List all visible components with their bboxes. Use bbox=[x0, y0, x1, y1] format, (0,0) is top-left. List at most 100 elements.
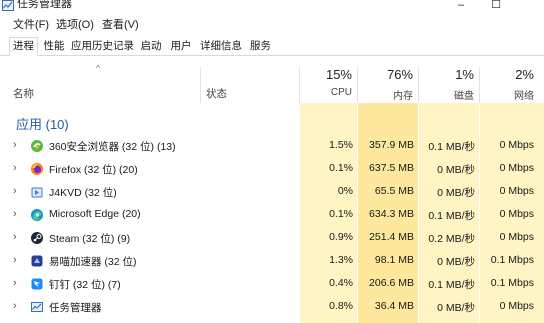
apps-group-header[interactable]: 应用 (10) bbox=[0, 110, 544, 134]
memory-total: 76% bbox=[386, 67, 413, 82]
memory-cell: 65.5 MB bbox=[374, 185, 414, 197]
disk-cell: 0.2 MB/秒 bbox=[428, 233, 475, 245]
maximize-button[interactable]: ☐ bbox=[489, 0, 503, 12]
steam-icon bbox=[31, 232, 43, 244]
cpu-cell: 0% bbox=[337, 185, 353, 197]
process-name: Steam (32 位) (9) bbox=[49, 233, 131, 245]
expand-chevron-icon[interactable]: › bbox=[13, 254, 17, 266]
window-title: 任务管理器 bbox=[17, 0, 72, 10]
expand-chevron-icon[interactable]: › bbox=[13, 185, 17, 197]
disk-cell: 0 MB/秒 bbox=[437, 302, 475, 314]
network-label: 网络 bbox=[514, 91, 534, 102]
sort-indicator[interactable]: ^ bbox=[96, 63, 100, 73]
memory-cell: 637.5 MB bbox=[369, 162, 414, 174]
expand-chevron-icon[interactable]: › bbox=[13, 162, 17, 174]
disk-label: 磁盘 bbox=[454, 91, 474, 102]
process-row[interactable]: › Firefox (32 位) (20) 0.1% 637.5 MB 0 MB… bbox=[0, 158, 544, 181]
menu-file[interactable]: 文件(F) bbox=[13, 17, 49, 34]
network-cell: 0 Mbps bbox=[499, 208, 534, 220]
disk-cell: 0.1 MB/秒 bbox=[428, 141, 475, 153]
process-name: Firefox (32 位) (20) bbox=[49, 164, 138, 176]
process-row[interactable]: › Microsoft Edge (20) 0.1% 634.3 MB 0.1 … bbox=[0, 204, 544, 227]
network-cell: 0 Mbps bbox=[499, 231, 534, 243]
disk-cell: 0.1 MB/秒 bbox=[428, 210, 475, 222]
tab-startup[interactable]: 启动 bbox=[137, 38, 165, 56]
column-name[interactable]: 名称 bbox=[13, 86, 34, 101]
360-browser-icon bbox=[31, 140, 43, 152]
network-cell: 0 Mbps bbox=[499, 162, 534, 174]
tab-details[interactable]: 详细信息 bbox=[197, 38, 245, 56]
tab-services[interactable]: 服务 bbox=[246, 38, 275, 56]
network-cell: 0.1 Mbps bbox=[490, 277, 534, 289]
column-cpu[interactable]: 15% CPU bbox=[300, 57, 357, 103]
expand-chevron-icon[interactable]: › bbox=[13, 208, 17, 220]
column-status[interactable]: 状态 bbox=[206, 86, 227, 101]
j4kvd-icon bbox=[31, 187, 43, 198]
column-network[interactable]: 2% 网络 bbox=[480, 57, 544, 103]
disk-cell: 0 MB/秒 bbox=[437, 256, 475, 268]
tab-bar: 进程 性能 应用历史记录 启动 用户 详细信息 服务 bbox=[0, 36, 544, 57]
memory-cell: 206.6 MB bbox=[369, 277, 414, 289]
memory-cell: 634.3 MB bbox=[369, 208, 414, 220]
task-manager-app-icon bbox=[2, 0, 14, 11]
cpu-cell: 0.4% bbox=[329, 277, 353, 289]
title-bar: 任务管理器 – ☐ bbox=[0, 0, 544, 14]
tab-users[interactable]: 用户 bbox=[167, 38, 195, 56]
column-header: ^ 名称 状态 15% CPU 76% 内存 1% 磁盘 2% 网络 bbox=[0, 57, 544, 103]
process-row[interactable]: › J4KVD (32 位) 0% 65.5 MB 0 MB/秒 0 Mbps bbox=[0, 181, 544, 204]
process-name: Microsoft Edge (20) bbox=[49, 208, 141, 220]
process-row[interactable]: › 360安全浏览器 (32 位) (13) 1.5% 357.9 MB 0.1… bbox=[0, 135, 544, 158]
memory-cell: 98.1 MB bbox=[374, 254, 414, 266]
column-memory[interactable]: 76% 内存 bbox=[358, 57, 418, 103]
expand-chevron-icon[interactable]: › bbox=[13, 277, 17, 289]
edge-icon bbox=[31, 209, 43, 221]
process-row[interactable]: › 钉钉 (32 位) (7) 0.4% 206.6 MB 0.1 MB/秒 0… bbox=[0, 273, 544, 296]
column-divider[interactable] bbox=[200, 67, 201, 103]
process-row[interactable]: › 易喵加速器 (32 位) 1.3% 98.1 MB 0 MB/秒 0.1 M… bbox=[0, 250, 544, 273]
memory-cell: 36.4 MB bbox=[374, 300, 414, 312]
dingtalk-icon bbox=[31, 278, 43, 290]
process-name: 钉钉 (32 位) (7) bbox=[49, 279, 121, 291]
tab-app-history[interactable]: 应用历史记录 bbox=[69, 38, 136, 56]
tab-performance[interactable]: 性能 bbox=[40, 38, 68, 56]
process-row[interactable]: › Steam (32 位) (9) 0.9% 251.4 MB 0.2 MB/… bbox=[0, 227, 544, 250]
disk-total: 1% bbox=[455, 67, 474, 82]
expand-chevron-icon[interactable]: › bbox=[13, 139, 17, 151]
process-name: 任务管理器 bbox=[49, 302, 102, 314]
process-name: J4KVD (32 位) bbox=[49, 187, 117, 199]
expand-chevron-icon[interactable]: › bbox=[13, 231, 17, 243]
column-disk[interactable]: 1% 磁盘 bbox=[419, 57, 479, 103]
disk-cell: 0 MB/秒 bbox=[437, 164, 475, 176]
process-name: 360安全浏览器 (32 位) (13) bbox=[49, 141, 176, 153]
cpu-cell: 1.3% bbox=[329, 254, 353, 266]
disk-cell: 0.1 MB/秒 bbox=[428, 279, 475, 291]
memory-cell: 357.9 MB bbox=[369, 139, 414, 151]
cpu-cell: 0.9% bbox=[329, 231, 353, 243]
cpu-label: CPU bbox=[330, 87, 352, 98]
firefox-icon bbox=[31, 163, 43, 175]
cpu-cell: 0.8% bbox=[329, 300, 353, 312]
network-cell: 0.1 Mbps bbox=[490, 254, 534, 266]
menu-options[interactable]: 选项(O) bbox=[56, 17, 94, 34]
network-cell: 0 Mbps bbox=[499, 185, 534, 197]
cpu-cell: 0.1% bbox=[329, 208, 353, 220]
process-row[interactable]: › 任务管理器 0.8% 36.4 MB 0 MB/秒 0 Mbps bbox=[0, 296, 544, 319]
accelerator-icon bbox=[31, 255, 43, 267]
cpu-cell: 0.1% bbox=[329, 162, 353, 174]
cpu-total: 15% bbox=[325, 67, 352, 82]
network-cell: 0 Mbps bbox=[499, 139, 534, 151]
network-cell: 0 Mbps bbox=[499, 300, 534, 312]
memory-cell: 251.4 MB bbox=[369, 231, 414, 243]
expand-chevron-icon[interactable]: › bbox=[13, 300, 17, 312]
apps-group-label: 应用 (10) bbox=[16, 117, 69, 132]
menu-view[interactable]: 查看(V) bbox=[102, 17, 139, 34]
disk-cell: 0 MB/秒 bbox=[437, 187, 475, 199]
tab-processes[interactable]: 进程 bbox=[9, 37, 38, 57]
cpu-cell: 1.5% bbox=[329, 139, 353, 151]
memory-label: 内存 bbox=[393, 91, 413, 102]
task-manager-icon bbox=[31, 302, 43, 312]
menu-bar: 文件(F) 选项(O) 查看(V) bbox=[0, 17, 544, 34]
network-total: 2% bbox=[515, 67, 534, 82]
process-name: 易喵加速器 (32 位) bbox=[49, 256, 137, 268]
minimize-button[interactable]: – bbox=[454, 0, 468, 12]
